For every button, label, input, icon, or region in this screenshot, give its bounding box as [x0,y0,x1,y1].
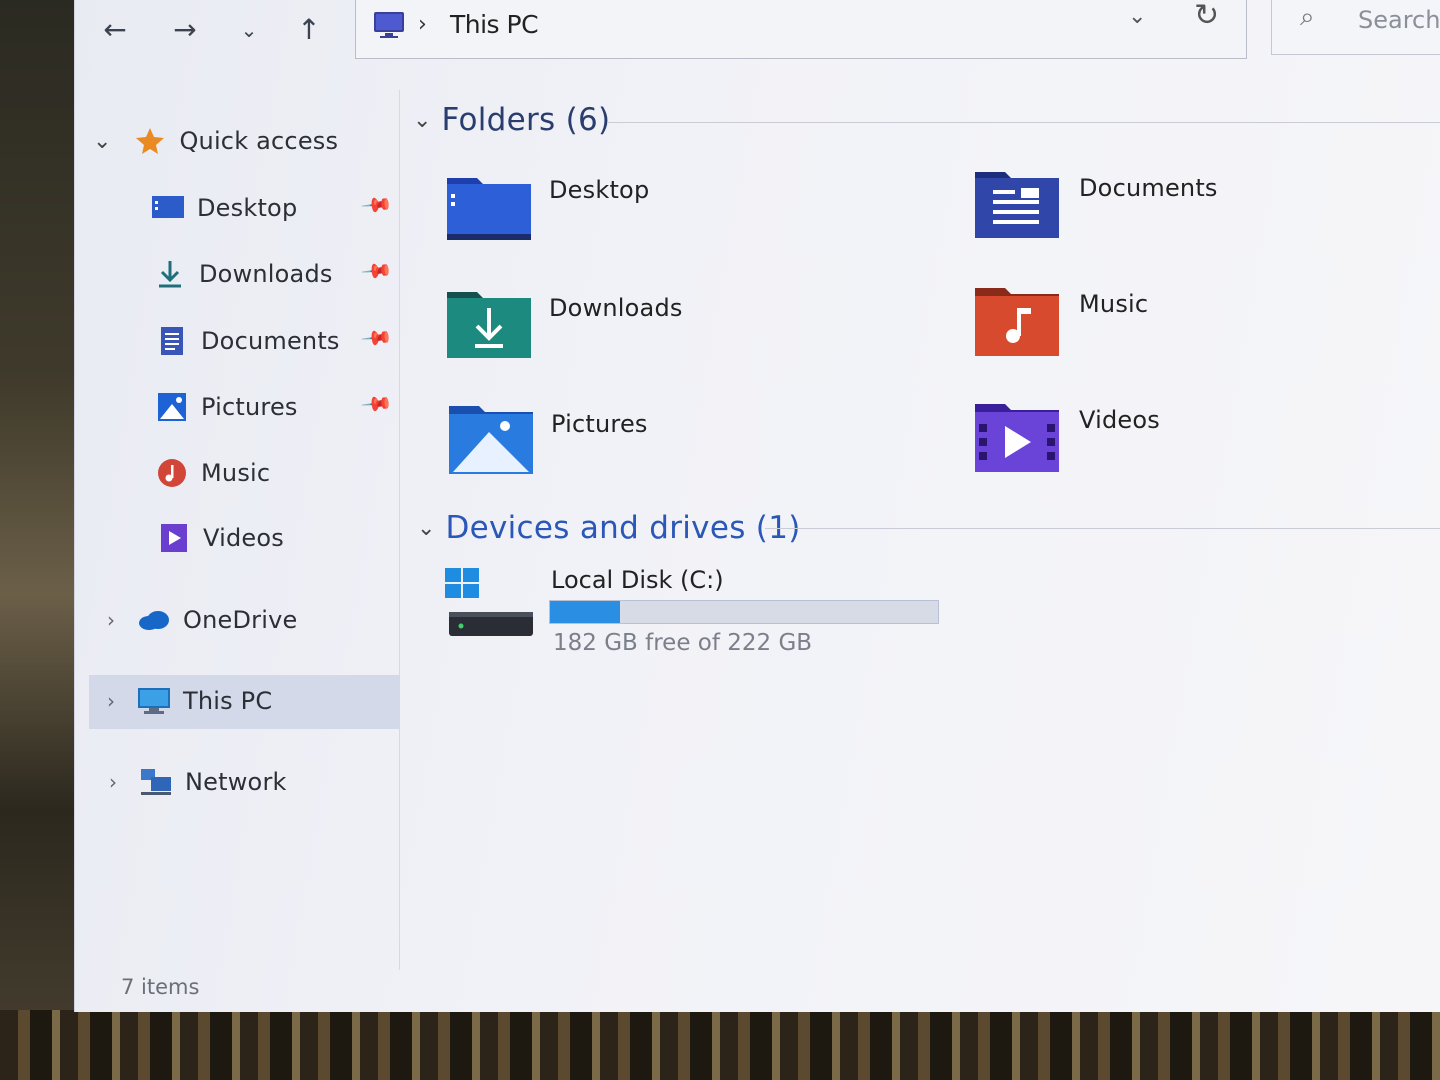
music-icon [158,459,186,487]
pin-icon[interactable]: 📌 [360,321,395,355]
chevron-down-icon: ⌄ [240,18,258,42]
star-icon [136,128,165,154]
forward-button[interactable]: → [167,12,203,48]
disk-usage-fill [550,601,620,623]
local-disk-name[interactable]: Local Disk (C:) [551,566,724,594]
sidebar-item-label: OneDrive [183,606,298,634]
videos-folder-icon [975,404,1059,472]
folder-label: Videos [1079,406,1160,434]
file-explorer-window: ← → ⌄ ↑ › This PC ⌄ ↻ ⌕ Search T ⌄ Qui [74,0,1440,1012]
disk-free-space-text: 182 GB free of 222 GB [553,630,813,656]
section-divider [765,528,1440,529]
documents-icon [161,327,183,355]
sidebar-item-desktop[interactable]: Desktop [151,183,297,233]
search-icon: ⌕ [1300,2,1315,32]
sidebar-item-network[interactable]: › Network [109,757,287,807]
back-button[interactable]: ← [97,12,133,48]
breadcrumb-separator: › [418,12,427,37]
address-dropdown-icon[interactable]: ⌄ [1128,4,1146,29]
drives-section-title: Devices and drives (1) [445,510,801,546]
sidebar-item-pictures[interactable]: Pictures [155,382,298,432]
music-folder-icon [975,288,1059,356]
pictures-folder-icon [449,406,533,474]
sidebar-item-this-pc[interactable]: › This PC [107,676,272,726]
local-disk-icon[interactable] [445,568,535,640]
sidebar-item-label: Music [201,459,271,487]
sidebar-item-quick-access[interactable]: ⌄ Quick access [93,116,338,166]
desktop-wallpaper-strip [0,1010,1440,1080]
sidebar-item-label: Network [185,768,287,796]
folder-label: Pictures [551,410,648,438]
chevron-down-icon: ⌄ [93,128,112,154]
videos-icon [161,524,187,552]
status-item-count: 7 items [121,975,200,999]
folder-label: Desktop [549,176,650,204]
desktop-folder-icon [447,178,531,240]
pin-icon[interactable]: 📌 [360,188,395,222]
up-arrow-icon: ↑ [297,13,321,46]
downloads-folder-icon [447,292,531,358]
sidebar-item-label: Pictures [201,393,298,421]
documents-folder-icon [975,172,1059,238]
recent-locations-button[interactable]: ⌄ [231,12,267,48]
chevron-right-icon: › [107,608,115,632]
sidebar-item-label: Documents [201,327,340,355]
disk-usage-bar [549,600,939,624]
breadcrumb-this-pc[interactable]: This PC [450,10,539,39]
sidebar-item-label: Quick access [179,127,339,155]
pane-divider [399,90,400,970]
sidebar-item-downloads[interactable]: Downloads [153,249,333,299]
folders-section-header[interactable]: ⌄ Folders (6) [413,102,610,138]
chevron-right-icon: › [109,770,117,794]
navigation-toolbar: ← → ⌄ ↑ › This PC ⌄ ↻ ⌕ Search T [75,0,1440,62]
refresh-icon[interactable]: ↻ [1194,0,1219,33]
desktop-icon [152,196,184,218]
forward-arrow-icon: → [173,13,197,46]
network-icon [141,769,171,795]
address-bar[interactable]: › This PC ⌄ ↻ [355,0,1247,59]
sidebar-item-music[interactable]: Music [155,448,270,498]
folder-label: Documents [1079,174,1218,202]
sidebar-item-label: Desktop [197,194,298,222]
up-button[interactable]: ↑ [291,12,327,48]
drives-section-header[interactable]: ⌄ Devices and drives (1) [417,510,801,546]
pin-icon[interactable]: 📌 [360,254,395,288]
folder-label: Downloads [549,294,683,322]
sidebar-item-videos[interactable]: Videos [157,513,284,563]
chevron-down-icon: ⌄ [413,107,432,133]
folders-section-title: Folders (6) [441,102,611,138]
this-pc-icon [138,688,170,714]
folder-label: Music [1079,290,1149,318]
this-pc-icon [374,12,404,38]
pictures-icon [158,393,186,421]
sidebar-item-documents[interactable]: Documents [155,316,340,366]
cloud-icon [139,611,169,630]
search-placeholder: Search T [1358,6,1440,34]
sidebar-item-label: Videos [203,524,284,552]
pin-icon[interactable]: 📌 [360,387,395,421]
back-arrow-icon: ← [103,13,127,46]
chevron-right-icon: › [107,689,115,713]
section-divider [607,122,1440,123]
download-icon [159,261,181,288]
sidebar-item-label: This PC [183,687,273,715]
chevron-down-icon: ⌄ [417,515,436,541]
sidebar-item-label: Downloads [199,260,333,288]
search-input[interactable]: ⌕ Search T [1271,0,1440,55]
sidebar-item-onedrive[interactable]: › OneDrive [107,595,297,645]
